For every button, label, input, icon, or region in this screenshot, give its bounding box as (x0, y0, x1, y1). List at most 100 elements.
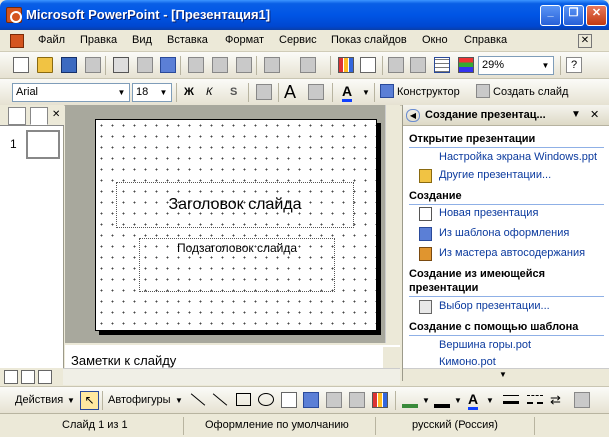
link-choose-presentation[interactable]: Выбор презентации... (439, 300, 550, 312)
notes-scrollbar[interactable] (383, 347, 400, 368)
close-icon[interactable]: ✕ (590, 108, 599, 121)
undo-icon[interactable] (264, 57, 280, 73)
title-placeholder[interactable]: Заголовок слайда (116, 182, 354, 228)
chevron-down-icon[interactable]: ▼ (422, 396, 430, 405)
slide-thumbnail[interactable] (26, 130, 60, 159)
slideshow-button[interactable] (38, 370, 52, 384)
italic-button[interactable]: К (206, 86, 212, 98)
slide-canvas[interactable]: Заголовок слайда Подзаголовок слайда (95, 119, 377, 331)
designer-button[interactable]: Конструктор (397, 86, 460, 98)
link-template-2[interactable]: Кимоно.pot (439, 356, 496, 368)
arrow-style-icon[interactable]: ⇄ (550, 392, 561, 408)
dash-style-icon[interactable] (527, 395, 543, 404)
link-recent-file[interactable]: Настройка экрана Windows.ppt (439, 151, 597, 163)
decrease-indent-icon[interactable] (308, 84, 324, 100)
restore-button[interactable]: ❐ (563, 5, 584, 26)
font-select[interactable]: Arial ▼ (12, 83, 130, 102)
link-from-autocontent-wizard[interactable]: Из мастера автосодержания (439, 247, 585, 259)
design-icon[interactable] (380, 84, 394, 98)
minimize-button[interactable]: _ (540, 5, 561, 26)
line-icon[interactable] (190, 393, 206, 406)
shadow-style-icon[interactable] (574, 392, 590, 408)
picture-icon[interactable] (372, 392, 388, 408)
menu-edit[interactable]: Правка (80, 34, 117, 46)
link-from-design-template[interactable]: Из шаблона оформления (439, 227, 569, 239)
vertical-scrollbar[interactable] (385, 105, 400, 343)
menu-view[interactable]: Вид (132, 34, 152, 46)
menu-insert[interactable]: Вставка (167, 34, 208, 46)
menu-slideshow[interactable]: Показ слайдов (331, 34, 407, 46)
wordart-icon[interactable] (303, 392, 319, 408)
powerpoint-app-icon[interactable] (6, 7, 22, 23)
link-more-presentations[interactable]: Другие презентации... (439, 169, 551, 181)
chevron-down-icon[interactable]: ▼ (362, 88, 370, 97)
copy-icon[interactable] (212, 57, 228, 73)
link-new-presentation[interactable]: Новая презентация (439, 207, 538, 219)
menu-help[interactable]: Справка (464, 34, 507, 46)
insert-chart-icon[interactable] (338, 57, 354, 73)
chevron-down-icon[interactable]: ▼ (157, 85, 170, 100)
link-template-1[interactable]: Вершина горы.pot (439, 339, 531, 351)
color-grayscale-icon[interactable] (458, 57, 474, 73)
print-preview-icon[interactable] (137, 57, 153, 73)
cut-icon[interactable] (188, 57, 204, 73)
chevron-down-icon[interactable]: ▼ (454, 396, 462, 405)
new-slide-icon[interactable] (476, 84, 490, 98)
document-icon[interactable] (10, 34, 24, 48)
subtitle-placeholder[interactable]: Подзаголовок слайда (139, 238, 335, 292)
task-pane-scrollbar[interactable]: ▼ (403, 368, 609, 381)
chevron-down-icon[interactable]: ▼ (571, 109, 581, 120)
font-size-select[interactable]: 18 ▼ (132, 83, 172, 102)
increase-font-icon[interactable]: A (284, 82, 296, 103)
chevron-down-icon[interactable]: ▼ (175, 396, 183, 405)
arrow-icon[interactable] (212, 393, 228, 406)
chevron-down-icon[interactable]: ▼ (539, 58, 552, 73)
show-grid-icon[interactable] (434, 57, 450, 73)
menu-window[interactable]: Окно (422, 34, 448, 46)
spelling-icon[interactable] (160, 57, 176, 73)
close-pane-icon[interactable]: ✕ (52, 109, 60, 120)
back-icon[interactable]: ◀ (406, 109, 420, 122)
menu-file[interactable]: Файл (38, 34, 65, 46)
fill-color-icon[interactable] (402, 392, 418, 408)
line-style-icon[interactable] (503, 395, 519, 404)
expand-all-icon[interactable] (388, 57, 404, 73)
bullets-icon[interactable] (256, 84, 272, 100)
oval-icon[interactable] (258, 393, 274, 406)
close-button[interactable]: ✕ (586, 5, 607, 26)
permission-icon[interactable] (85, 57, 101, 73)
bold-button[interactable]: Ж (184, 86, 194, 98)
save-icon[interactable] (61, 57, 77, 73)
slide-sorter-button[interactable] (21, 370, 35, 384)
font-color-icon[interactable]: A (342, 83, 353, 102)
font-color-icon[interactable]: A (468, 391, 479, 410)
help-icon[interactable]: ? (566, 57, 582, 73)
close-document-button[interactable]: ✕ (578, 34, 592, 48)
chevron-down-icon[interactable]: ▼ (499, 370, 507, 379)
menu-format[interactable]: Формат (225, 34, 264, 46)
rectangle-icon[interactable] (236, 393, 251, 406)
zoom-select[interactable]: 29% ▼ (478, 56, 554, 75)
show-formatting-icon[interactable] (410, 57, 426, 73)
paste-icon[interactable] (236, 57, 252, 73)
horizontal-scrollbar[interactable] (63, 368, 400, 385)
select-pointer-icon[interactable]: ↖ (80, 391, 99, 410)
new-slide-button[interactable]: Создать слайд (493, 86, 568, 98)
actions-menu[interactable]: Действия (15, 394, 63, 406)
new-document-icon[interactable] (13, 57, 29, 73)
insert-table-icon[interactable] (360, 57, 376, 73)
chevron-down-icon[interactable]: ▼ (67, 396, 75, 405)
chevron-down-icon[interactable]: ▼ (486, 396, 494, 405)
autoshapes-menu[interactable]: Автофигуры (108, 394, 171, 406)
redo-icon[interactable] (300, 57, 316, 73)
clipart-icon[interactable] (349, 392, 365, 408)
line-color-icon[interactable] (434, 392, 450, 408)
slides-tab[interactable] (30, 107, 48, 125)
diagram-icon[interactable] (326, 392, 342, 408)
normal-view-button[interactable] (4, 370, 18, 384)
textbox-icon[interactable] (281, 392, 297, 408)
print-icon[interactable] (113, 57, 129, 73)
shadow-button[interactable]: S (230, 86, 237, 98)
chevron-down-icon[interactable]: ▼ (115, 85, 128, 100)
title-bar[interactable]: Microsoft PowerPoint - [Презентация1] _ … (0, 0, 609, 30)
